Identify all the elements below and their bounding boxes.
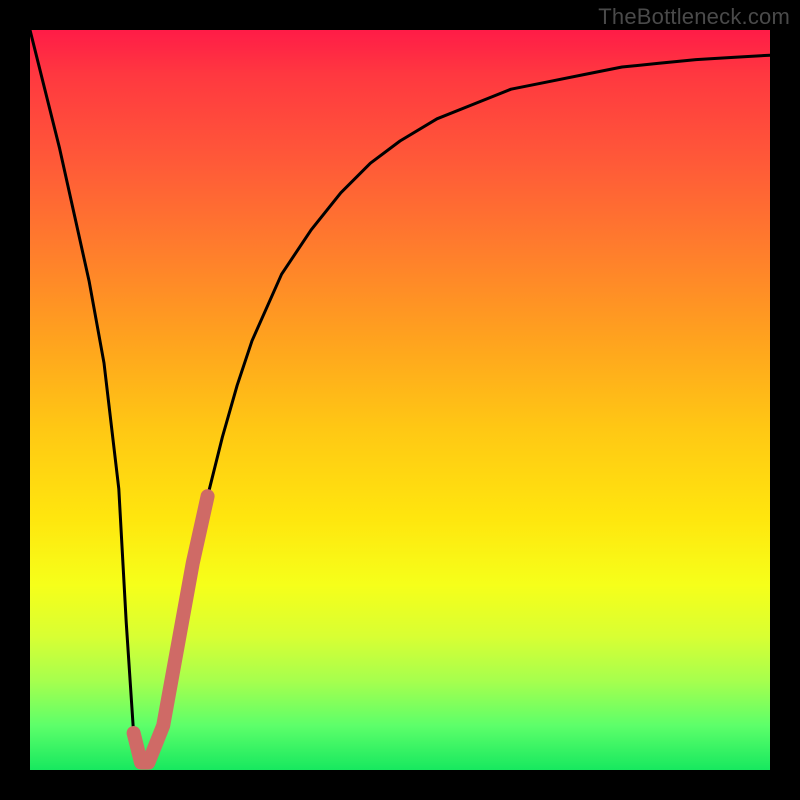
plot-area: [30, 30, 770, 770]
chart-frame: TheBottleneck.com: [0, 0, 800, 800]
bottleneck-curve-path: [30, 30, 770, 763]
watermark-label: TheBottleneck.com: [598, 4, 790, 30]
curve-svg: [30, 30, 770, 770]
highlight-segment: [134, 496, 208, 762]
